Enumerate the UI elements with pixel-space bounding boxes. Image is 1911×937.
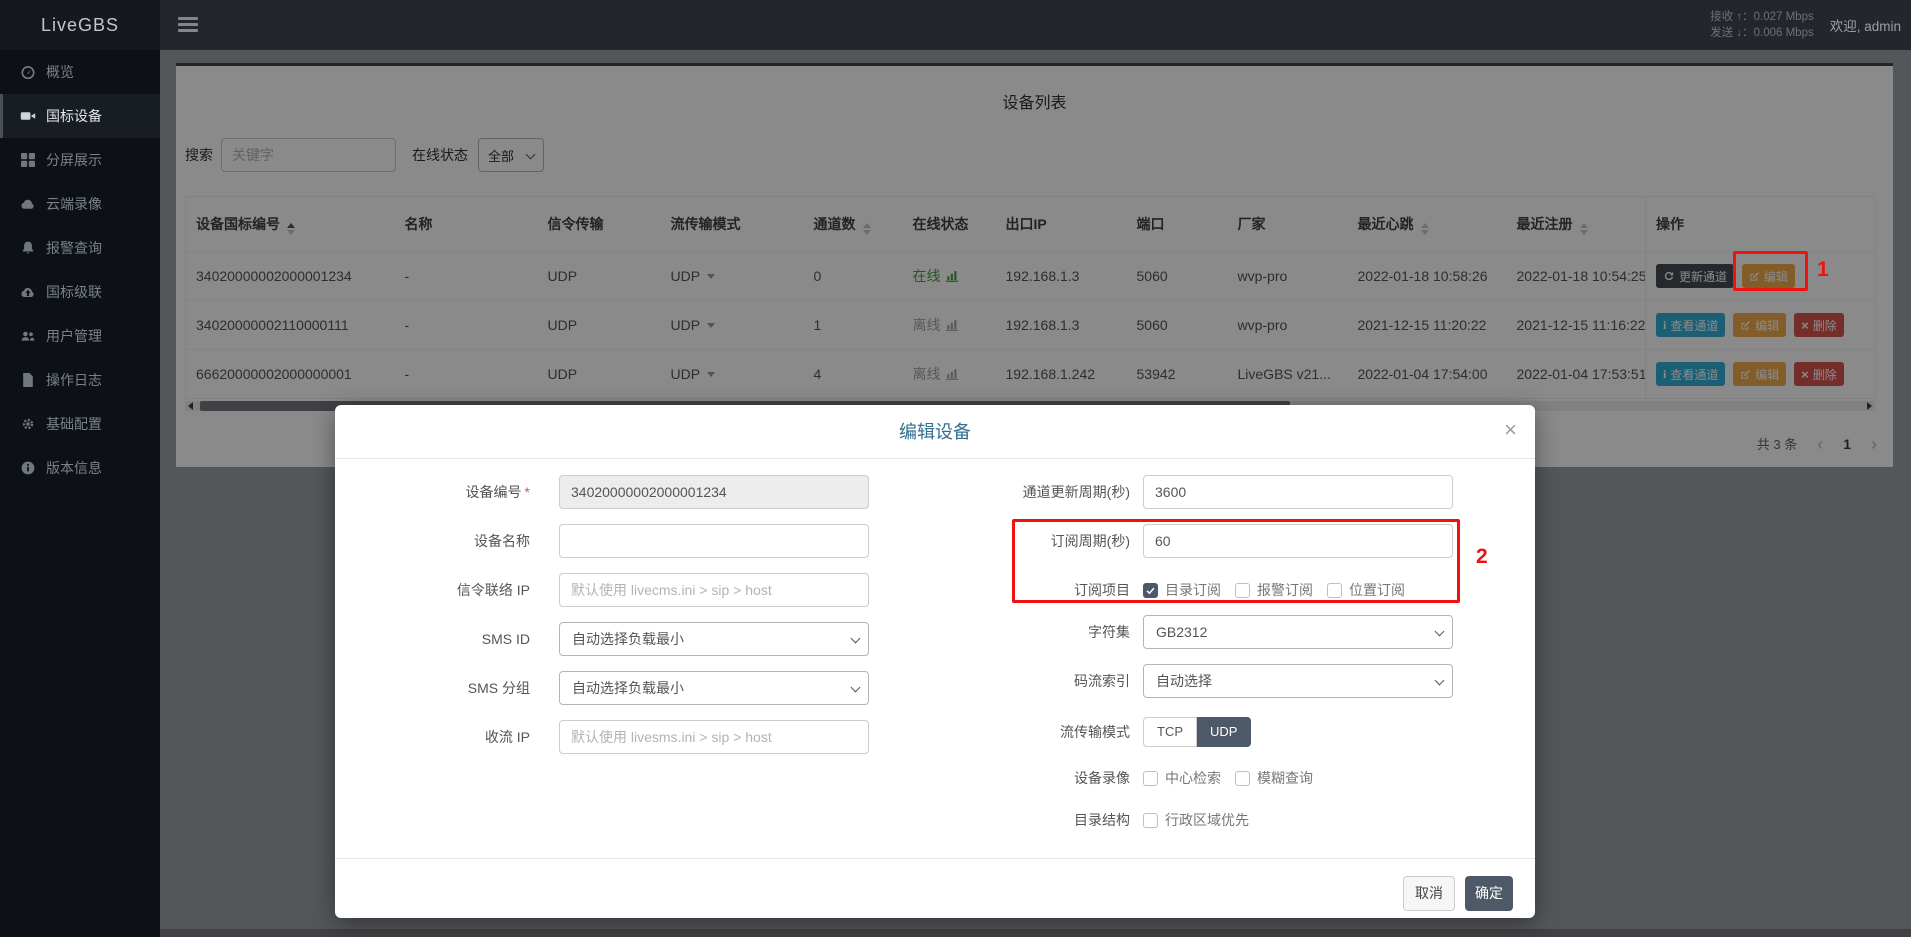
chevron-down-icon bbox=[1435, 676, 1445, 686]
sidebar-item-label: 操作日志 bbox=[46, 370, 102, 390]
sidebar-item-cloud-record[interactable]: 云端录像 bbox=[0, 182, 160, 226]
sidebar-item-label: 国标设备 bbox=[46, 106, 102, 126]
sidebar-item-user-management[interactable]: 用户管理 bbox=[0, 314, 160, 358]
sidebar-item-gb-devices[interactable]: 国标设备 bbox=[0, 94, 160, 138]
sidebar-item-label: 用户管理 bbox=[46, 326, 102, 346]
device-id-input bbox=[559, 475, 869, 509]
sidebar-toggle-icon[interactable] bbox=[178, 17, 198, 32]
checkbox-fuzzy-query[interactable] bbox=[1235, 771, 1250, 786]
cloud-upload-icon bbox=[20, 284, 36, 300]
modal-header: 编辑设备 × bbox=[335, 405, 1535, 459]
sidebar-item-gb-cascade[interactable]: 国标级联 bbox=[0, 270, 160, 314]
stream-index-select[interactable]: 自动选择 bbox=[1143, 664, 1453, 698]
chevron-down-icon bbox=[851, 634, 861, 644]
sms-id-select[interactable]: 自动选择负载最小 bbox=[559, 622, 869, 656]
ok-button[interactable]: 确定 bbox=[1465, 876, 1513, 911]
cancel-button[interactable]: 取消 bbox=[1403, 876, 1455, 911]
modal-footer: 取消 确定 bbox=[335, 858, 1535, 918]
checkbox-admin-region-first[interactable] bbox=[1143, 813, 1158, 828]
sms-group-select[interactable]: 自动选择负载最小 bbox=[559, 671, 869, 705]
annotation-number-2: 2 bbox=[1476, 545, 1488, 569]
sidebar-nav: 概览 国标设备 分屏展示 云端录像 报警查询 国标级联 bbox=[0, 50, 160, 490]
charset-select[interactable]: GB2312 bbox=[1143, 615, 1453, 649]
brand-logo: LiveGBS bbox=[0, 0, 160, 50]
network-stats: 接收 ↑：0.027 Mbps 发送 ↓：0.006 Mbps bbox=[1710, 9, 1814, 41]
welcome-user: 欢迎, admin bbox=[1830, 15, 1901, 35]
sidebar-item-label: 概览 bbox=[46, 62, 74, 82]
edit-device-modal: 编辑设备 × 设备编号* 设备名称 信令联络 IP SMS ID 自动选择负载最… bbox=[335, 405, 1535, 918]
cloud-icon bbox=[20, 196, 36, 212]
file-icon bbox=[20, 372, 36, 388]
sidebar: LiveGBS 概览 国标设备 分屏展示 云端录像 报警查询 bbox=[0, 0, 160, 937]
sidebar-item-label: 云端录像 bbox=[46, 194, 102, 214]
chevron-down-icon bbox=[1435, 627, 1445, 637]
udp-toggle-button[interactable]: UDP bbox=[1197, 717, 1251, 747]
annotation-box-1 bbox=[1733, 251, 1808, 291]
sidebar-item-split-screen[interactable]: 分屏展示 bbox=[0, 138, 160, 182]
channel-period-input[interactable] bbox=[1143, 475, 1453, 509]
required-asterisk: * bbox=[525, 484, 530, 500]
sidebar-item-version-info[interactable]: 版本信息 bbox=[0, 446, 160, 490]
app-canvas: LiveGBS 概览 国标设备 分屏展示 云端录像 报警查询 bbox=[0, 0, 1911, 937]
receive-rate: 接收 ↑：0.027 Mbps bbox=[1710, 9, 1814, 25]
tcp-toggle-button[interactable]: TCP bbox=[1143, 717, 1197, 747]
sidebar-item-basic-config[interactable]: 基础配置 bbox=[0, 402, 160, 446]
grid-icon bbox=[20, 152, 36, 168]
signal-ip-input[interactable] bbox=[559, 573, 869, 607]
info-circle-icon bbox=[20, 460, 36, 476]
checkbox-center-search[interactable] bbox=[1143, 771, 1158, 786]
sidebar-item-label: 分屏展示 bbox=[46, 150, 102, 170]
sidebar-item-label: 基础配置 bbox=[46, 414, 102, 434]
top-navbar: 接收 ↑：0.027 Mbps 发送 ↓：0.006 Mbps 欢迎, admi… bbox=[160, 0, 1911, 50]
recv-ip-input[interactable] bbox=[559, 720, 869, 754]
video-camera-icon bbox=[20, 108, 36, 124]
sidebar-item-alarm-query[interactable]: 报警查询 bbox=[0, 226, 160, 270]
sidebar-item-label: 国标级联 bbox=[46, 282, 102, 302]
annotation-number-1: 1 bbox=[1817, 258, 1829, 282]
device-name-input[interactable] bbox=[559, 524, 869, 558]
navbar-right: 接收 ↑：0.027 Mbps 发送 ↓：0.006 Mbps 欢迎, admi… bbox=[1710, 0, 1901, 50]
gears-icon bbox=[20, 416, 36, 432]
sidebar-item-operation-log[interactable]: 操作日志 bbox=[0, 358, 160, 402]
modal-title: 编辑设备 bbox=[335, 405, 1535, 459]
send-rate: 发送 ↓：0.006 Mbps bbox=[1710, 25, 1814, 41]
chevron-down-icon bbox=[851, 683, 861, 693]
sidebar-item-overview[interactable]: 概览 bbox=[0, 50, 160, 94]
users-icon bbox=[20, 328, 36, 344]
bell-icon bbox=[20, 240, 36, 256]
annotation-box-2 bbox=[1012, 519, 1460, 603]
sidebar-item-label: 版本信息 bbox=[46, 458, 102, 478]
close-icon[interactable]: × bbox=[1504, 419, 1517, 441]
sidebar-item-label: 报警查询 bbox=[46, 238, 102, 258]
dashboard-icon bbox=[20, 64, 36, 80]
